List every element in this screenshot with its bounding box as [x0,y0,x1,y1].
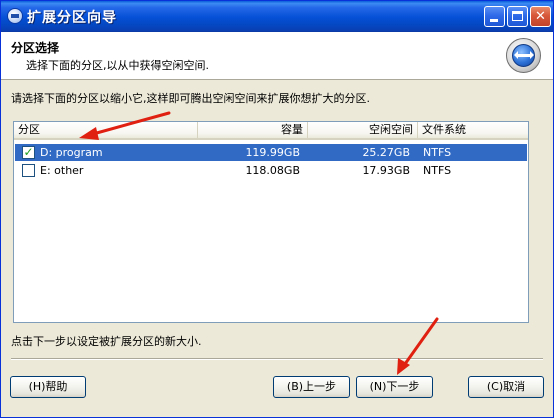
close-icon: ✕ [535,9,546,24]
partition-resize-icon [506,38,541,73]
list-header: 分区 容量 空闲空间 文件系统 [14,122,528,140]
table-row[interactable]: ✓ D: program 119.99GB 25.27GB NTFS [15,144,527,161]
partition-name: D: program [40,144,103,161]
footer-divider [11,358,543,360]
close-button[interactable]: ✕ [530,6,551,27]
partition-filesystem: NTFS [423,164,452,177]
maximize-button[interactable] [507,6,528,27]
partition-list[interactable]: 分区 容量 空闲空间 文件系统 ✓ D: program 119.99GB 25… [13,121,529,323]
column-header-filesystem[interactable]: 文件系统 [418,122,510,138]
step-title: 分区选择 [11,41,60,55]
table-row[interactable]: E: other 118.08GB 17.93GB NTFS [15,162,527,179]
cancel-button[interactable]: (C)取消 [468,376,544,398]
partition-capacity: 118.08GB [245,164,300,177]
partition-free-space: 25.27GB [362,146,410,159]
column-header-capacity[interactable]: 容量 [198,122,308,138]
minimize-button[interactable] [484,6,505,27]
partition-filesystem: NTFS [423,146,452,159]
instruction-text: 请选择下面的分区以缩小它,这样即可腾出空闲空间来扩展你想扩大的分区. [11,92,370,105]
partition-free-space: 17.93GB [362,164,410,177]
checkmark-icon: ✓ [23,145,34,159]
next-button[interactable]: (N)下一步 [356,376,433,398]
back-button[interactable]: (B)上一步 [273,376,350,398]
partition-name: E: other [40,164,84,177]
window-title: 扩展分区向导 [27,10,117,26]
wizard-window: 扩展分区向导 ✕ 分区选择 选择下面的分区,以从中获得空闲空间. 请选择下面的分… [0,0,554,418]
annotation-arrow-to-next [397,317,439,375]
resize-icon-bar [516,54,531,57]
wizard-app-icon [7,8,23,24]
partition-capacity: 119.99GB [245,146,300,159]
footer-note: 点击下一步以设定被扩展分区的新大小. [11,335,202,348]
title-bar[interactable]: 扩展分区向导 ✕ [1,1,553,32]
column-header-free-space[interactable]: 空闲空间 [308,122,418,138]
help-button[interactable]: (H)帮助 [10,376,86,398]
partition-checkbox[interactable]: ✓ [22,145,35,159]
wizard-header: 分区选择 选择下面的分区,以从中获得空闲空间. [1,32,553,80]
step-subtitle: 选择下面的分区,以从中获得空闲空间. [26,59,209,72]
column-header-partition[interactable]: 分区 [14,122,198,138]
resize-icon-left-arrow [514,51,518,59]
partition-checkbox[interactable] [22,164,35,177]
resize-icon-right-arrow [530,51,534,59]
